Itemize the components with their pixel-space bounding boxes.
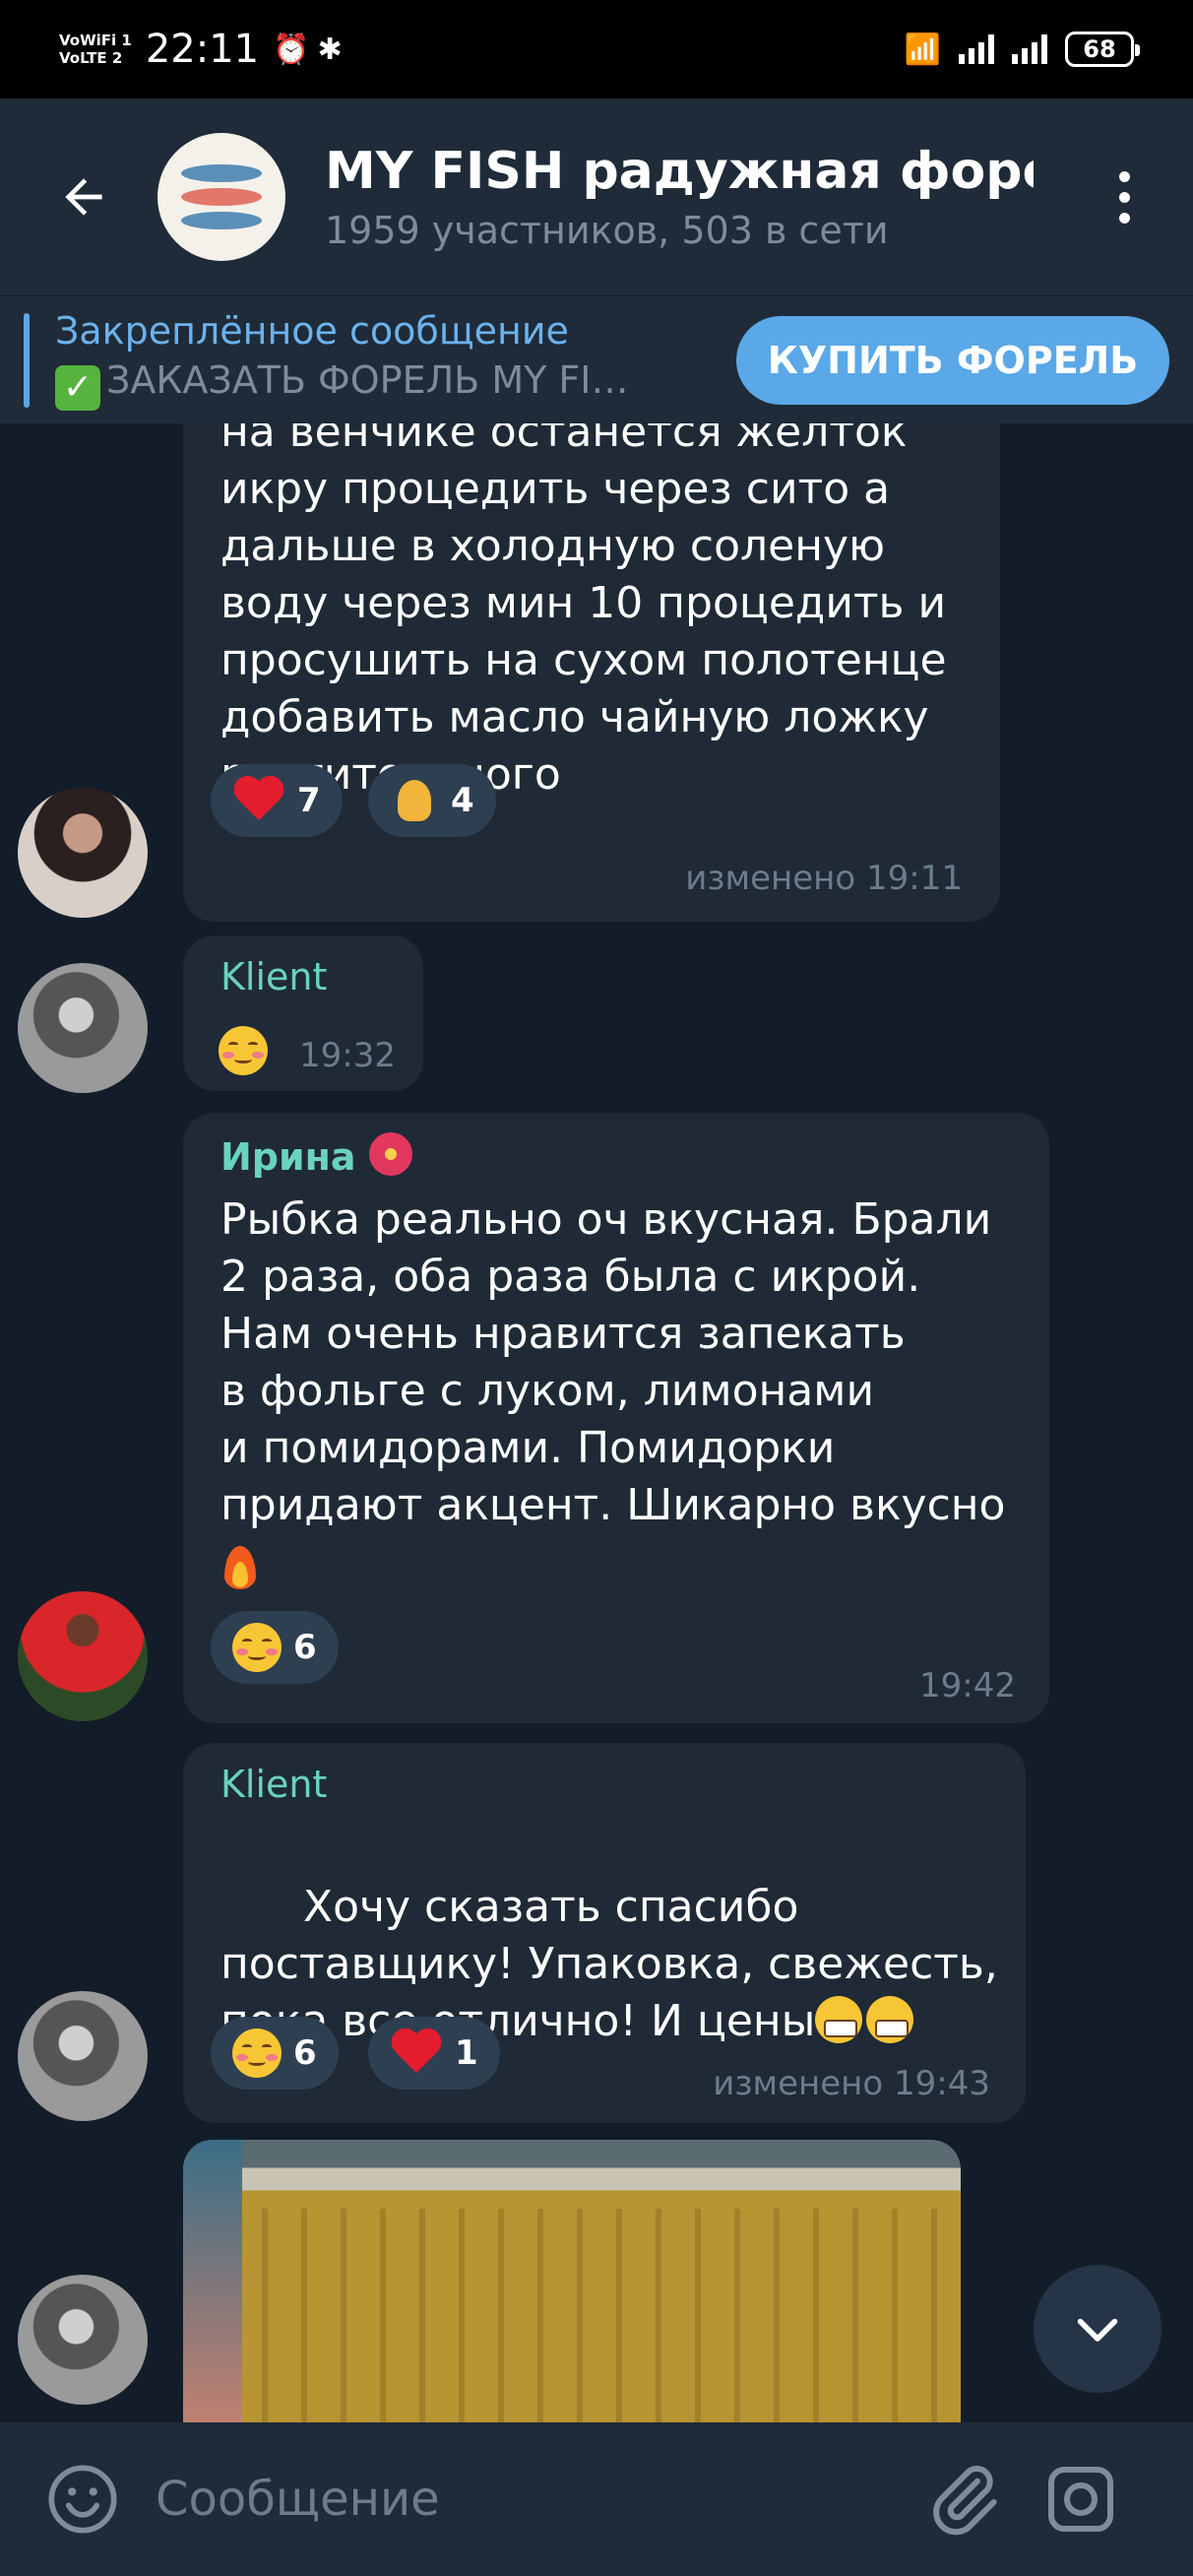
user-avatar[interactable] [18, 2275, 148, 2405]
message-time: 19:32 [299, 1036, 396, 1075]
user-avatar[interactable] [18, 788, 148, 918]
reaction-folded-hands[interactable]: 4 [368, 764, 496, 837]
message-bubble[interactable]: Ирина Рыбка реально оч вкусная. Брали 2 … [183, 1113, 1049, 1723]
fire-icon [220, 1542, 260, 1591]
dot-icon [1118, 191, 1130, 203]
user-avatar[interactable] [18, 963, 148, 1093]
reaction-count: 6 [293, 1628, 317, 1667]
pinned-message-bar[interactable]: Закреплённое сообщение ✓ ЗАКАЗАТЬ ФОРЕЛЬ … [0, 295, 1193, 423]
grimacing-face-icon [815, 1996, 863, 2043]
volte-tag: VoLTE 2 [59, 49, 123, 67]
user-avatar[interactable] [18, 1991, 148, 2121]
status-time: 22:11 [145, 27, 260, 72]
status-bar: VoWiFi 1 VoLTE 2 22:11 ⏰ ✱ 📶 68 [0, 0, 1193, 98]
smiling-face-with-hearts-icon [232, 2029, 282, 2078]
bluetooth-icon: ✱ [317, 32, 343, 67]
sender-name: Ирина [220, 1132, 412, 1179]
channel-avatar[interactable] [157, 133, 285, 261]
user-avatar[interactable] [18, 1591, 148, 1721]
battery-icon: 68 [1065, 32, 1140, 67]
signal-icon-2 [1012, 34, 1047, 64]
message-bubble[interactable]: Klient 19:32 [183, 935, 423, 1091]
message-text: на венчике останется жёлток икру процеди… [220, 423, 947, 800]
pinned-text: ЗАКАЗАТЬ ФОРЕЛЬ MY FI… [106, 358, 629, 402]
message-time: изменено 19:43 [713, 2064, 990, 2103]
photo-content [183, 2140, 242, 2422]
arrow-left-icon [65, 178, 102, 216]
sender-name: Klient [220, 1763, 328, 1806]
alarm-icon: ⏰ [273, 32, 310, 67]
scroll-down-button[interactable] [1034, 2265, 1162, 2393]
message-input[interactable] [156, 2460, 904, 2539]
message-bubble[interactable]: на венчике останется жёлток икру процеди… [183, 423, 1000, 922]
reaction-heart[interactable]: 1 [368, 2017, 500, 2090]
fish-logo-icon [181, 212, 262, 229]
grimacing-face-icon [866, 1996, 914, 2043]
reaction-count: 1 [455, 2033, 478, 2073]
smiling-face-with-hearts-icon [219, 1026, 268, 1075]
back-button[interactable] [39, 153, 128, 241]
sender-name-text: Ирина [220, 1135, 356, 1179]
channel-title: MY FISH радужная форел [325, 142, 1034, 201]
hibiscus-icon [368, 1132, 412, 1176]
dot-icon [1118, 212, 1130, 224]
message-text: Рыбка реально оч вкусная. Брали 2 раза, … [220, 1194, 1006, 1530]
fish-logo-icon [181, 188, 262, 206]
pinned-label: Закреплённое сообщение [55, 309, 569, 353]
photo-content [183, 2209, 961, 2422]
message-time: изменено 19:11 [685, 859, 963, 898]
battery-level: 68 [1083, 35, 1116, 63]
message-composer [0, 2422, 1193, 2576]
pinned-indicator [24, 312, 30, 408]
heart-icon [390, 2029, 443, 2077]
folded-hands-icon [390, 776, 439, 825]
vowifi-tag: VoWiFi 1 [59, 32, 132, 49]
reaction-count: 7 [297, 781, 321, 820]
buy-trout-button[interactable]: КУПИТЬ ФОРЕЛЬ [736, 315, 1169, 405]
reaction-heart[interactable]: 7 [211, 764, 343, 837]
emoji-icon[interactable] [45, 2462, 120, 2537]
dot-icon [1118, 170, 1130, 182]
check-mark-icon: ✓ [55, 365, 100, 411]
fish-logo-icon [181, 164, 262, 182]
reaction-count: 4 [451, 781, 474, 820]
photo-message[interactable] [183, 2140, 961, 2422]
reaction-count: 6 [293, 2033, 317, 2073]
message-bubble[interactable]: Klient Хочу сказать спасибо поставщику! … [183, 1743, 1026, 2123]
message-time: 19:42 [919, 1666, 1016, 1706]
network-tags: VoWiFi 1 VoLTE 2 [59, 32, 132, 67]
sender-name: Klient [220, 955, 328, 998]
smiling-face-with-hearts-icon [232, 1623, 282, 1672]
chat-header: MY FISH радужная форел 1959 участников, … [0, 98, 1193, 295]
camera-icon[interactable] [1041, 2460, 1120, 2539]
wifi-icon: 📶 [904, 32, 941, 67]
paperclip-icon[interactable] [923, 2460, 1002, 2539]
signal-icon [959, 34, 994, 64]
channel-info[interactable]: MY FISH радужная форел 1959 участников, … [325, 142, 1034, 252]
reaction-smiling-face-with-hearts[interactable]: 6 [211, 2017, 339, 2090]
reaction-smiling-face-with-hearts[interactable]: 6 [211, 1611, 339, 1684]
heart-icon [232, 777, 285, 824]
more-menu-button[interactable] [1095, 153, 1154, 241]
message-list[interactable]: на венчике останется жёлток икру процеди… [0, 423, 1193, 2422]
chevron-down-icon [1077, 2318, 1118, 2342]
channel-subtitle: 1959 участников, 503 в сети [325, 209, 889, 252]
